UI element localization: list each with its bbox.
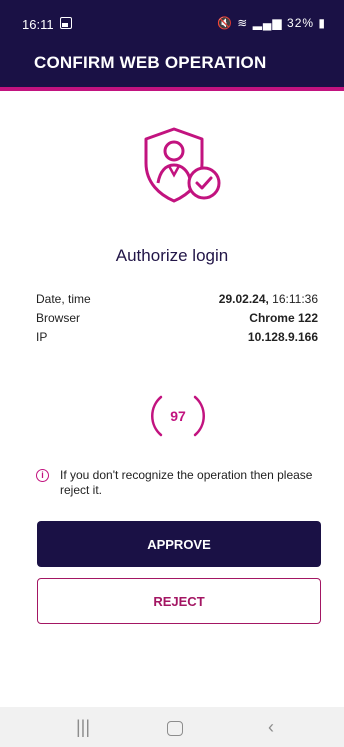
- detail-row-ip: IP 10.128.9.166: [36, 328, 318, 347]
- detail-value: 29.02.24, 16:11:36: [219, 290, 318, 309]
- info-icon: i: [36, 469, 49, 482]
- detail-row-browser: Browser Chrome 122: [36, 309, 318, 328]
- image-icon: [60, 17, 72, 29]
- signal-icon: ▂▄▆: [252, 16, 283, 30]
- system-nav-bar: ||| ‹: [0, 707, 344, 747]
- silent-icon: 🔇: [217, 16, 233, 30]
- details-list: Date, time 29.02.24, 16:11:36 Browser Ch…: [36, 290, 318, 347]
- info-text: If you don't recognize the operation the…: [60, 468, 313, 497]
- status-right: 🔇 ≋ ▂▄▆ 32% ▮: [217, 16, 326, 30]
- approve-button[interactable]: APPROVE: [37, 521, 321, 567]
- main-content: Authorize login Date, time 29.02.24, 16:…: [0, 91, 344, 707]
- header-title: CONFIRM WEB OPERATION: [34, 53, 267, 72]
- back-icon[interactable]: ‹: [268, 717, 274, 738]
- page-title: Authorize login: [115, 246, 229, 265]
- shield-user-icon: [144, 127, 221, 203]
- detail-row-datetime: Date, time 29.02.24, 16:11:36: [36, 290, 318, 309]
- recent-apps-icon[interactable]: |||: [76, 717, 90, 738]
- reject-button[interactable]: REJECT: [37, 578, 321, 624]
- detail-value-date: 29.02.24,: [218, 292, 269, 306]
- countdown-value: 97: [170, 408, 186, 424]
- detail-label: Date, time: [36, 292, 91, 306]
- status-time: 16:11: [22, 17, 54, 32]
- status-bar: 16:11 🔇 ≋ ▂▄▆ 32% ▮: [0, 0, 344, 40]
- detail-value: Chrome 122: [249, 311, 318, 325]
- phone-screen: 16:11 🔇 ≋ ▂▄▆ 32% ▮ CONFIRM WEB OPERATIO…: [0, 0, 344, 747]
- info-message: i If you don't recognize the operation t…: [36, 468, 320, 498]
- detail-value-time: 16:11:36: [268, 292, 318, 306]
- detail-value: 10.128.9.166: [247, 330, 318, 344]
- app-header: CONFIRM WEB OPERATION: [0, 40, 344, 91]
- home-icon[interactable]: [167, 721, 183, 736]
- battery-icon: ▮: [318, 16, 326, 30]
- detail-label: Browser: [36, 311, 81, 325]
- battery-text: 32%: [287, 16, 315, 30]
- countdown-timer: 97: [148, 391, 208, 441]
- detail-label: IP: [36, 330, 48, 344]
- wifi-icon: ≋: [237, 16, 249, 30]
